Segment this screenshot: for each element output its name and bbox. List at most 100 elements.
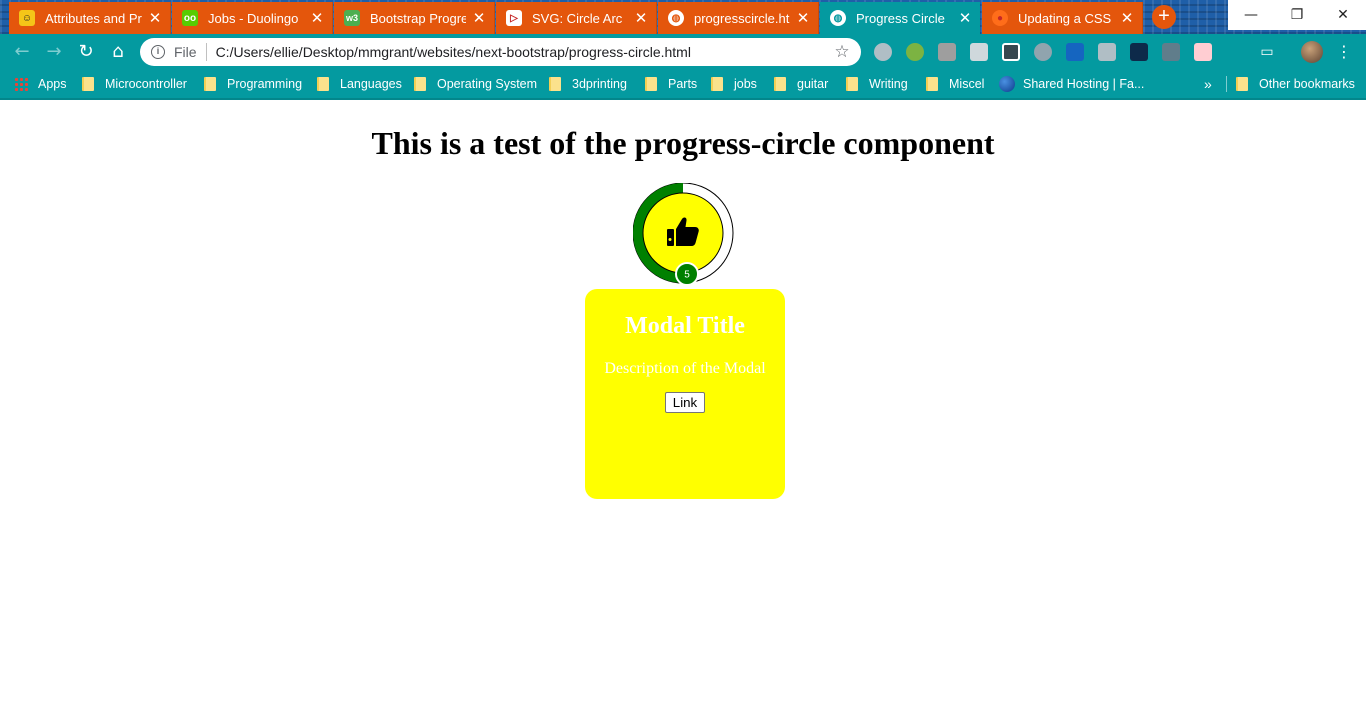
folder-icon	[549, 77, 561, 91]
folder-icon	[82, 77, 94, 91]
page-title: This is a test of the progress-circle co…	[371, 125, 995, 161]
close-tab-icon[interactable]: ✕	[958, 9, 972, 27]
restore-button[interactable]: ❐	[1274, 0, 1320, 30]
folder-icon	[711, 77, 723, 91]
w3schools-icon: w3	[344, 10, 360, 26]
bookmark-folder-3dprinting[interactable]: 3dprinting	[549, 70, 627, 98]
scheme-label: File	[174, 44, 197, 60]
bookmark-folder-miscel[interactable]: Miscel	[926, 70, 984, 98]
tab-title: Attributes and Pro	[45, 10, 142, 26]
bookmark-other-bookmarks[interactable]: Other bookmarks	[1236, 70, 1355, 98]
bookmarks-bar: Apps Microcontroller Programming Languag…	[0, 70, 1366, 100]
bookmark-apps[interactable]: Apps	[14, 70, 67, 98]
close-tab-icon[interactable]: ✕	[1120, 9, 1134, 27]
ext-6-icon[interactable]	[1034, 43, 1052, 61]
apps-grid-icon	[14, 77, 28, 91]
cast-icon[interactable]: ▭	[1258, 43, 1276, 61]
modal-title: Modal Title	[625, 313, 745, 339]
ext-2-icon[interactable]	[906, 43, 924, 61]
ext-7-icon[interactable]	[1066, 43, 1084, 61]
reload-icon[interactable]: ↻	[74, 40, 98, 64]
bookmark-label: Writing	[869, 77, 908, 91]
modal-link-button[interactable]: Link	[664, 392, 706, 413]
forward-arrow-icon[interactable]: →	[42, 40, 66, 64]
tab-4[interactable]: ◍ progresscircle.htm ✕	[658, 2, 819, 34]
bookmark-label: Shared Hosting | Fa...	[1023, 77, 1145, 91]
folder-icon	[926, 77, 938, 91]
address-bar[interactable]: i File C:/Users/ellie/Desktop/mmgrant/we…	[140, 38, 861, 66]
bookmark-shared-hosting[interactable]: Shared Hosting | Fa...	[999, 70, 1144, 98]
bookmark-label: guitar	[797, 77, 829, 91]
close-window-button[interactable]: ✕	[1320, 0, 1366, 30]
folder-icon	[846, 77, 858, 91]
bookmark-folder-writing[interactable]: Writing	[846, 70, 908, 98]
bookmark-star-icon[interactable]: ☆	[831, 42, 853, 62]
progress-circle: 5	[632, 182, 735, 287]
globe-icon: ◍	[668, 10, 684, 26]
modal-description: Description of the Modal	[604, 360, 766, 377]
bookmarks-overflow-chevron-icon[interactable]: »	[1204, 70, 1212, 98]
bookmark-label: Miscel	[949, 77, 985, 91]
tab-1[interactable]: oo Jobs - Duolingo ✕	[172, 2, 333, 34]
close-tab-icon[interactable]: ✕	[472, 9, 486, 27]
tab-5-active[interactable]: ◍ Progress Circle ✕	[820, 2, 980, 34]
bookmark-folder-operating-system[interactable]: Operating System	[414, 70, 537, 98]
folder-icon	[645, 77, 657, 91]
tab-3[interactable]: ▷ SVG: Circle Arc ✕	[496, 2, 657, 34]
bookmark-label: Programming	[227, 77, 303, 91]
ext-3-icon[interactable]	[938, 43, 956, 61]
page-content: This is a test of the progress-circle co…	[0, 102, 1366, 728]
tab-title: Progress Circle	[856, 10, 945, 26]
close-tab-icon[interactable]: ✕	[634, 9, 648, 27]
bookmark-label: jobs	[734, 77, 757, 91]
profile-avatar[interactable]	[1301, 41, 1323, 63]
bookmark-folder-parts[interactable]: Parts	[645, 70, 697, 98]
browser-toolbar: ← → ↻ ⌂ i File C:/Users/ellie/Desktop/mm…	[0, 34, 1366, 70]
folder-icon	[317, 77, 329, 91]
duolingo-owl-icon: oo	[182, 10, 198, 26]
tab-2[interactable]: w3 Bootstrap Progress ✕	[334, 2, 495, 34]
home-icon[interactable]: ⌂	[106, 40, 130, 64]
url-text[interactable]: C:/Users/ellie/Desktop/mmgrant/websites/…	[216, 44, 831, 60]
tab-title: Jobs - Duolingo	[208, 10, 299, 26]
bookmark-label: 3dprinting	[572, 77, 627, 91]
bookmark-folder-jobs[interactable]: jobs	[711, 70, 757, 98]
ext-9-icon[interactable]	[1130, 43, 1148, 61]
tab-title: Updating a CSS Va	[1018, 10, 1114, 26]
smiley-favicon-icon: ☺	[19, 10, 35, 26]
tab-6[interactable]: ● Updating a CSS Va ✕	[982, 2, 1143, 34]
ext-5-icon[interactable]	[1002, 43, 1020, 61]
kebab-menu-icon[interactable]: ⋮	[1336, 41, 1352, 63]
ext-11-icon[interactable]	[1194, 43, 1212, 61]
firefox-icon: ●	[992, 10, 1008, 26]
ext-8-icon[interactable]	[1098, 43, 1116, 61]
bookmark-folder-guitar[interactable]: guitar	[774, 70, 828, 98]
bookmark-folder-programming[interactable]: Programming	[204, 70, 302, 98]
ext-10-icon[interactable]	[1162, 43, 1180, 61]
bookmark-folder-microcontroller[interactable]: Microcontroller	[82, 70, 187, 98]
ext-4-icon[interactable]	[970, 43, 988, 61]
site-info-icon[interactable]: i	[151, 45, 165, 59]
folder-icon	[204, 77, 216, 91]
bookmark-folder-languages[interactable]: Languages	[317, 70, 402, 98]
tab-title: SVG: Circle Arc	[532, 10, 623, 26]
divider	[1226, 76, 1227, 92]
divider	[205, 43, 207, 61]
minimize-button[interactable]: —	[1228, 0, 1274, 30]
modal-card: Modal Title Description of the Modal Lin…	[585, 289, 785, 499]
close-tab-icon[interactable]: ✕	[310, 9, 324, 27]
bookmark-label: Other bookmarks	[1259, 77, 1355, 91]
close-tab-icon[interactable]: ✕	[796, 9, 810, 27]
svg-favicon-icon: ▷	[506, 10, 522, 26]
progress-badge-count: 5	[684, 270, 690, 281]
ext-1-icon[interactable]	[874, 43, 892, 61]
new-tab-button[interactable]: +	[1152, 5, 1176, 29]
folder-icon	[414, 77, 426, 91]
bookmark-label: Microcontroller	[105, 77, 187, 91]
tab-title: progresscircle.htm	[694, 10, 790, 26]
close-tab-icon[interactable]: ✕	[148, 9, 162, 27]
progress-circle-svg: 5	[632, 182, 734, 286]
folder-icon	[1236, 77, 1248, 91]
tab-0[interactable]: ☺ Attributes and Pro ✕	[9, 2, 171, 34]
back-arrow-icon[interactable]: ←	[10, 40, 34, 64]
